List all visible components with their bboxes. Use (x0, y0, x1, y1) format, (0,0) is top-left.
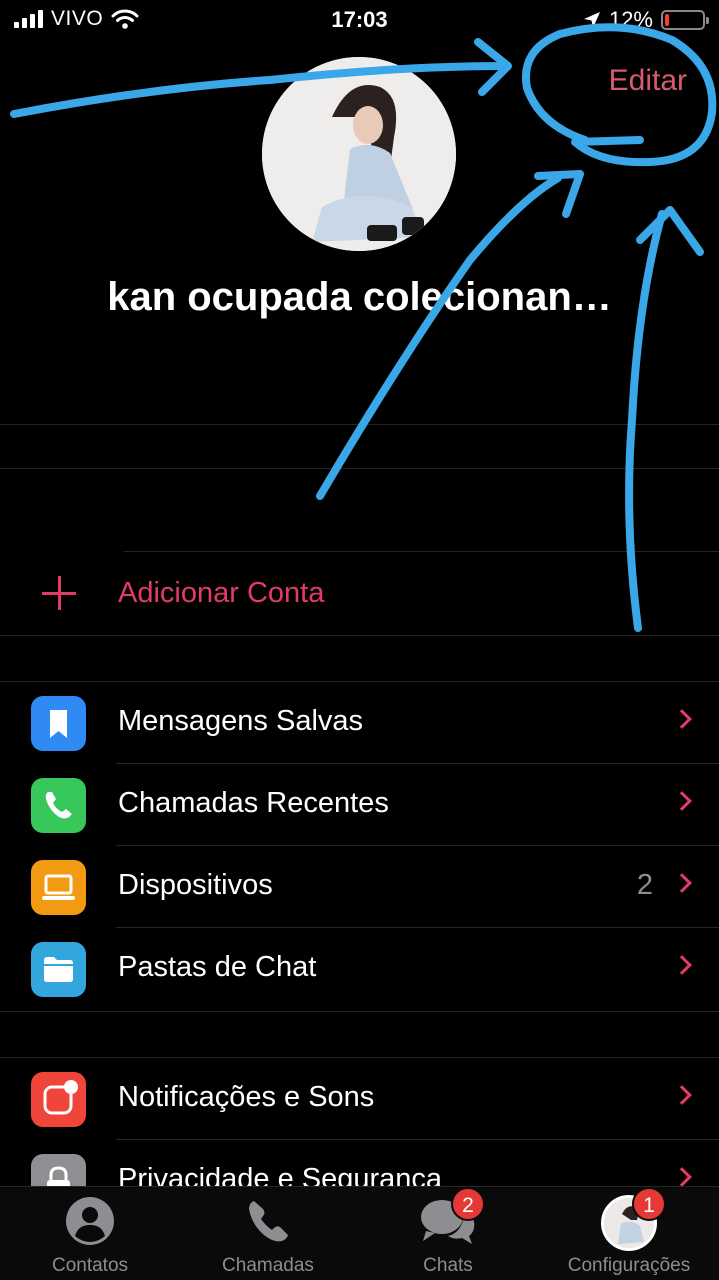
menu-item-label: Pastas de Chat (118, 951, 317, 983)
chevron-right-icon (672, 709, 692, 729)
phone-icon (249, 1201, 288, 1242)
menu-item-devices[interactable]: Dispositivos 2 (0, 846, 719, 928)
divider (124, 551, 719, 552)
notification-icon (31, 1072, 86, 1127)
phone-icon (31, 778, 86, 833)
menu-item-recent-calls[interactable]: Chamadas Recentes (0, 764, 719, 846)
divider (0, 635, 719, 636)
menu-item-label: Chamadas Recentes (118, 787, 389, 819)
menu-item-label: Notificações e Sons (118, 1081, 375, 1113)
laptop-icon (31, 860, 86, 915)
tab-label: Chamadas (222, 1255, 314, 1276)
add-account-button[interactable]: Adicionar Conta (0, 553, 719, 635)
tab-contacts[interactable]: Contatos (0, 1187, 180, 1280)
menu-item-label: Mensagens Salvas (118, 705, 364, 737)
folder-icon (31, 942, 86, 997)
battery-level (665, 14, 669, 26)
divider (0, 424, 719, 425)
tab-chats[interactable]: 2 Chats (358, 1187, 538, 1280)
annotation-arrowhead (474, 38, 512, 96)
battery-icon (661, 10, 709, 30)
person-icon (66, 1197, 114, 1245)
tab-bar: Contatos Chamadas 2 Chats 1 Configuraçõe… (0, 1186, 719, 1280)
plus-icon (38, 572, 82, 616)
avatar-photo (262, 57, 456, 251)
profile-name[interactable]: kan ocupada colecionan… (0, 275, 719, 320)
chevron-right-icon (672, 1167, 692, 1187)
menu-item-saved-messages[interactable]: Mensagens Salvas (0, 682, 719, 764)
chevron-right-icon (672, 955, 692, 975)
chevron-right-icon (672, 791, 692, 811)
profile-avatar[interactable] (262, 57, 456, 251)
edit-button[interactable]: Editar (609, 64, 687, 98)
status-bar: VIVO 17:03 12% (0, 0, 719, 40)
chats-badge: 2 (451, 1187, 485, 1221)
settings-badge: 1 (632, 1187, 666, 1221)
tab-label: Configurações (567, 1255, 691, 1276)
menu-item-chat-folders[interactable]: Pastas de Chat (0, 928, 719, 1010)
chevron-right-icon (672, 873, 692, 893)
annotation-arrowhead (534, 170, 584, 218)
menu-item-notifications[interactable]: Notificações e Sons (0, 1058, 719, 1140)
divider (0, 468, 719, 469)
device-count: 2 (636, 869, 653, 901)
bookmark-icon (31, 696, 86, 751)
battery-percent: 12% (608, 7, 653, 32)
status-right: 12% (583, 7, 709, 33)
tab-label: Contatos (51, 1255, 129, 1276)
tab-calls[interactable]: Chamadas (178, 1187, 358, 1280)
tab-settings[interactable]: 1 Configurações (539, 1187, 719, 1280)
location-arrow-icon (583, 12, 600, 28)
divider (0, 1011, 719, 1012)
tab-label: Chats (423, 1255, 473, 1276)
chevron-right-icon (672, 1085, 692, 1105)
annotation-arrowhead (636, 206, 704, 256)
menu-item-label: Dispositivos (118, 869, 273, 901)
add-account-label: Adicionar Conta (118, 577, 325, 609)
